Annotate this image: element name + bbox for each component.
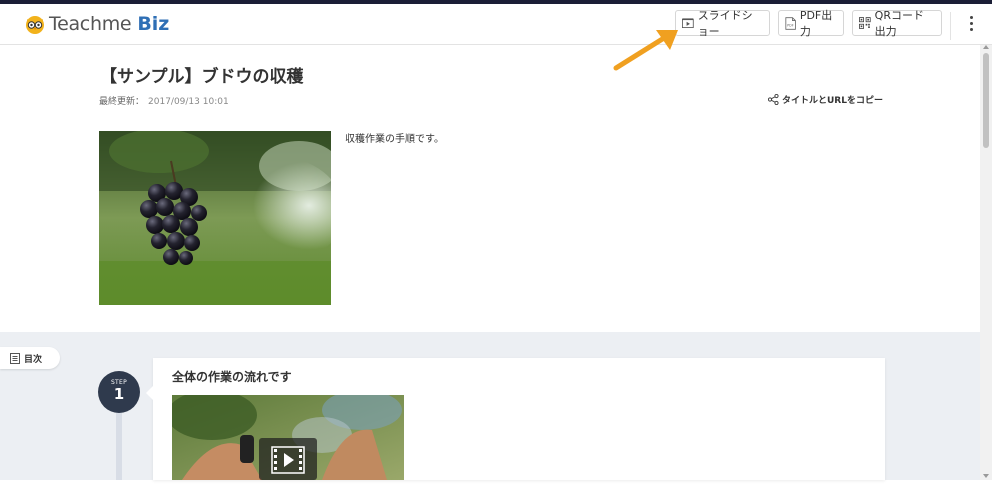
logo-teach-text: Teach <box>49 13 102 35</box>
scroll-down-icon[interactable] <box>983 474 989 478</box>
qr-code-icon <box>859 17 871 29</box>
toc-button[interactable]: 目次 <box>0 347 60 369</box>
slideshow-label: スライドショー <box>697 9 753 38</box>
logo-me-text: me <box>101 13 132 35</box>
last-updated-label: 最終更新： <box>99 97 145 107</box>
scroll-up-icon[interactable] <box>983 45 989 49</box>
qr-code-export-label: QRコード出力 <box>874 9 924 38</box>
page-title: 【サンプル】ブドウの収穫 <box>100 67 304 87</box>
play-icon <box>271 446 305 474</box>
copy-title-url-link[interactable]: タイトルとURLをコピー <box>768 93 883 106</box>
pdf-export-label: PDF出力 <box>799 9 833 38</box>
grape-hero-image <box>99 131 331 305</box>
pdf-icon-text: PDF <box>787 23 794 27</box>
pdf-file-icon: PDF <box>785 16 796 30</box>
highlight-arrow-icon <box>613 30 678 71</box>
header-divider <box>950 12 951 40</box>
app-header: Teachme Biz スライドショー PDF PDF出力 QRコード出力 <box>0 4 992 45</box>
last-updated-date: 2017/09/13 10:01 <box>148 97 229 107</box>
step-title: 全体の作業の流れです <box>172 370 292 384</box>
page-scrollbar[interactable] <box>980 45 992 480</box>
pdf-export-button[interactable]: PDF PDF出力 <box>778 9 844 38</box>
step-number: 1 <box>113 385 125 403</box>
step-timeline <box>116 410 122 480</box>
teachme-biz-logo[interactable]: Teachme Biz <box>24 11 169 37</box>
list-icon <box>10 352 20 364</box>
slideshow-icon <box>682 18 694 29</box>
article-description: 収穫作業の手順です。 <box>345 134 444 145</box>
owl-logo-icon <box>24 13 46 35</box>
slideshow-button[interactable]: スライドショー <box>675 9 770 38</box>
video-play-button[interactable] <box>259 438 317 480</box>
logo-biz-text: Biz <box>137 13 170 35</box>
copy-title-url-label: タイトルとURLをコピー <box>782 96 883 106</box>
logo-wordmark: Teachme <box>49 13 132 35</box>
step-card-pointer <box>146 386 153 400</box>
qr-code-export-button[interactable]: QRコード出力 <box>852 9 942 38</box>
toc-label: 目次 <box>24 354 43 365</box>
kebab-menu-icon[interactable] <box>966 16 976 36</box>
scrollbar-thumb[interactable] <box>983 53 989 148</box>
last-updated: 最終更新： 2017/09/13 10:01 <box>99 94 229 107</box>
step-badge: STEP 1 <box>98 371 140 413</box>
share-icon <box>768 94 779 105</box>
